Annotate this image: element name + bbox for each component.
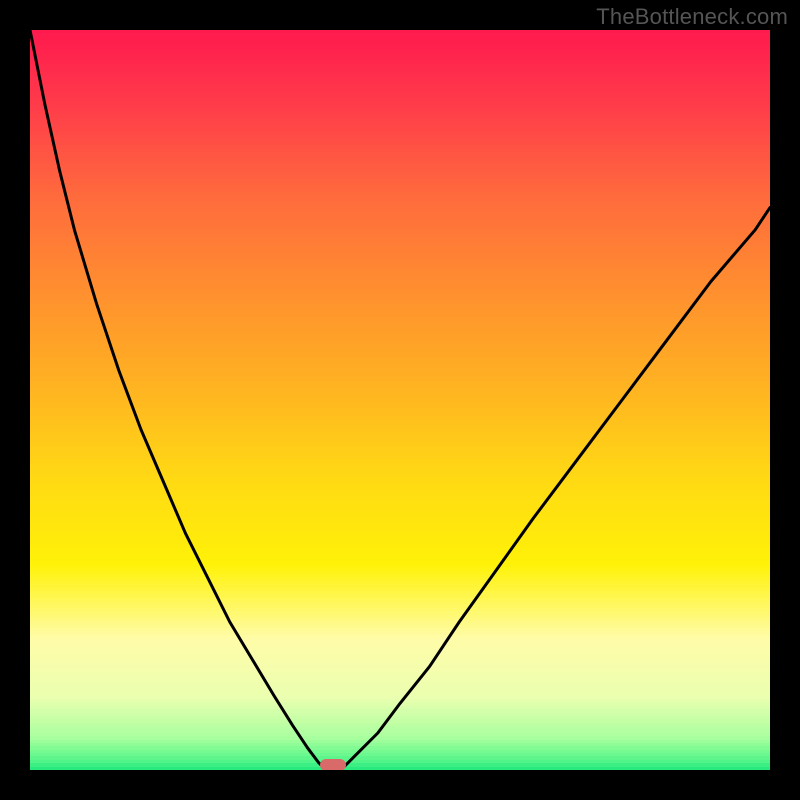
min-marker — [320, 759, 346, 770]
plot-area — [30, 30, 770, 770]
curve-layer — [30, 30, 770, 770]
series-right-curve — [341, 208, 770, 770]
watermark-text: TheBottleneck.com — [596, 4, 788, 30]
series-left-curve — [30, 30, 326, 770]
